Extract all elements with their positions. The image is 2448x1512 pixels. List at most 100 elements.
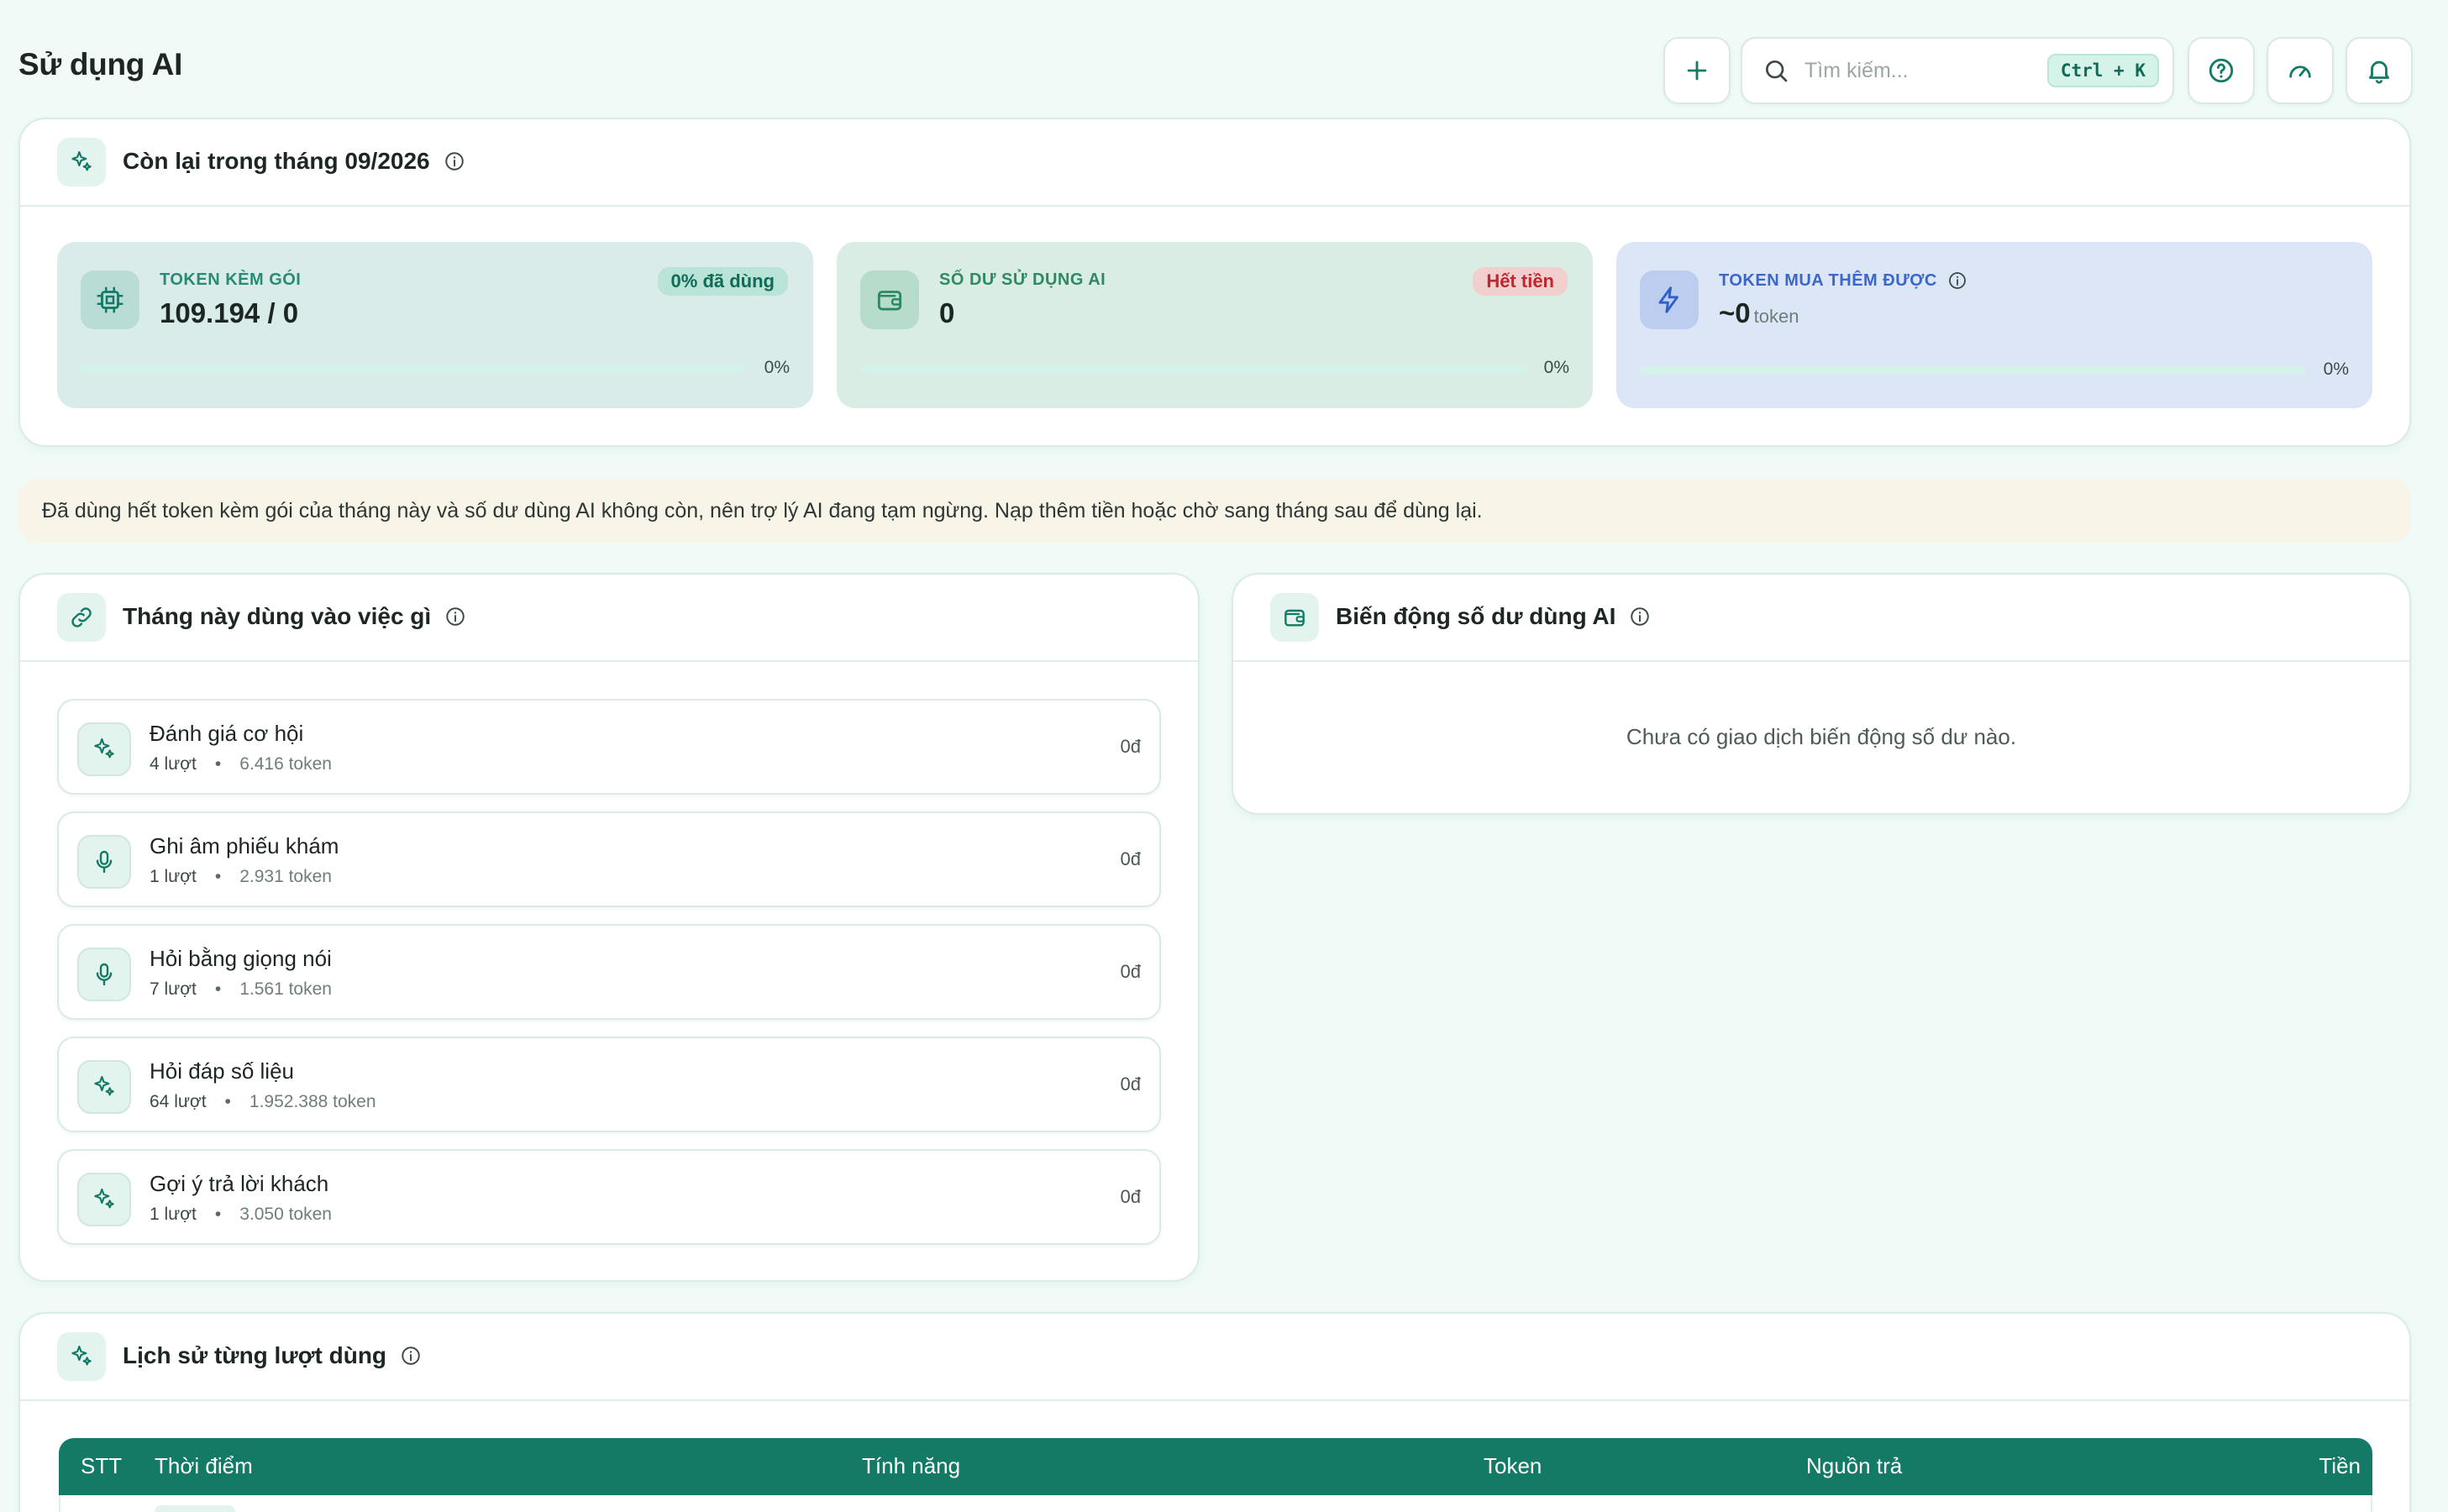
tile-label: TOKEN MUA THÊM ĐƯỢC bbox=[1719, 270, 1967, 291]
usage-item-name: Ghi âm phiếu khám bbox=[150, 833, 339, 858]
card-title: Lịch sử từng lượt dùng bbox=[123, 1342, 422, 1369]
progress-bar bbox=[860, 365, 1526, 373]
usage-item[interactable]: Gợi ý trả lời khách 1 lượt • 3.050 token 0… bbox=[57, 1149, 1161, 1245]
tile-value-unit: token bbox=[1753, 306, 1799, 327]
usage-cost: 0đ bbox=[1120, 961, 1141, 982]
sparkle-icon bbox=[77, 1173, 131, 1226]
info-icon[interactable] bbox=[1947, 270, 1967, 291]
usage-count: 1 lượt bbox=[150, 1205, 197, 1224]
usage-tokens: 1.561 token bbox=[239, 979, 332, 999]
stat-tile-ai-balance: SỐ DƯ SỬ DỤNG AI 0 Hết tiền 0% bbox=[837, 242, 1593, 408]
tile-value-number: ~0 bbox=[1719, 297, 1751, 328]
tile-label: SỐ DƯ SỬ DỤNG AI bbox=[939, 270, 1106, 289]
usage-item-meta: 1 lượt • 2.931 token bbox=[150, 867, 332, 886]
usage-tokens: 6.416 token bbox=[239, 754, 332, 774]
balance-title: Biến động số dư dùng AI bbox=[1336, 603, 1616, 629]
usage-item-meta: 1 lượt • 3.050 token bbox=[150, 1205, 332, 1224]
card-header: Biến động số dư dùng AI bbox=[1233, 575, 2409, 662]
usage-item[interactable]: Hỏi đáp số liệu 64 lượt • 1.952.388 token … bbox=[57, 1037, 1161, 1132]
card-header: Tháng này dùng vào việc gì bbox=[20, 575, 1198, 662]
sparkle-icon bbox=[77, 1060, 131, 1114]
link-icon bbox=[57, 593, 106, 642]
card-header: Lịch sử từng lượt dùng bbox=[20, 1314, 2409, 1401]
column-header-time[interactable]: Thời điểm bbox=[155, 1453, 253, 1479]
dashboard-button[interactable] bbox=[2267, 37, 2334, 104]
card-header: Còn lại trong tháng 09/2026 bbox=[20, 119, 2409, 207]
progress-percent: 0% bbox=[2323, 360, 2349, 379]
column-header-feature[interactable]: Tính năng bbox=[862, 1453, 960, 1479]
usage-item[interactable]: Hỏi bằng giọng nói 7 lượt • 1.561 token 0đ bbox=[57, 924, 1161, 1020]
microphone-icon bbox=[77, 948, 131, 1001]
history-title: Lịch sử từng lượt dùng bbox=[123, 1342, 387, 1368]
progress-bar bbox=[1640, 366, 2305, 375]
tile-label: TOKEN KÈM GÓI bbox=[160, 270, 302, 289]
progress-percent: 0% bbox=[764, 358, 790, 377]
usage-item-name: Hỏi đáp số liệu bbox=[150, 1058, 294, 1084]
usage-badge: 0% đã dùng bbox=[657, 267, 788, 296]
usage-item-name: Gợi ý trả lời khách bbox=[150, 1171, 329, 1196]
progress-bar bbox=[81, 365, 746, 373]
notifications-button[interactable] bbox=[2346, 37, 2413, 104]
card-title: Tháng này dùng vào việc gì bbox=[123, 603, 466, 630]
usage-item-meta: 4 lượt • 6.416 token bbox=[150, 754, 332, 774]
usage-card: Tháng này dùng vào việc gì Đánh giá cơ h… bbox=[18, 573, 1200, 1282]
stat-tile-purchasable-tokens: TOKEN MUA THÊM ĐƯỢC ~0 token 0% bbox=[1616, 242, 2372, 408]
tile-label-text: TOKEN MUA THÊM ĐƯỢC bbox=[1719, 270, 1937, 290]
usage-count: 4 lượt bbox=[150, 754, 197, 774]
search-input[interactable]: Tìm kiếm... bbox=[1804, 59, 2047, 83]
chip-icon bbox=[81, 270, 139, 329]
card-title: Biến động số dư dùng AI bbox=[1336, 603, 1651, 630]
stat-tile-included-tokens: TOKEN KÈM GÓI 109.194 / 0 0% đã dùng 0% bbox=[57, 242, 813, 408]
usage-cost: 0đ bbox=[1120, 1074, 1141, 1095]
info-icon[interactable] bbox=[444, 150, 465, 172]
usage-count: 1 lượt bbox=[150, 867, 197, 886]
empty-state-message: Chưa có giao dịch biến động số dư nào. bbox=[1626, 724, 2017, 749]
page-title: Sử dụng AI bbox=[18, 47, 183, 81]
progress-percent: 0% bbox=[1543, 358, 1569, 377]
usage-item-meta: 64 lượt • 1.952.388 token bbox=[150, 1092, 376, 1111]
tile-value: 0 bbox=[939, 297, 955, 328]
wallet-icon bbox=[1270, 593, 1319, 642]
column-header-payment-source[interactable]: Nguồn trả bbox=[1806, 1453, 1902, 1479]
help-button[interactable] bbox=[2188, 37, 2255, 104]
warning-notice: Đã dùng hết token kèm gói của tháng này … bbox=[18, 479, 2411, 543]
column-header-token[interactable]: Token bbox=[1484, 1453, 1542, 1479]
usage-count: 7 lượt bbox=[150, 979, 197, 999]
shortcut-hint: Ctrl + K bbox=[2046, 54, 2159, 87]
sparkle-icon bbox=[57, 1332, 106, 1381]
table-row[interactable] bbox=[59, 1495, 2372, 1512]
info-icon[interactable] bbox=[1629, 606, 1651, 627]
tile-value: 109.194 / 0 bbox=[160, 297, 299, 328]
search-box[interactable]: Tìm kiếm... Ctrl + K bbox=[1741, 37, 2174, 104]
usage-tokens: 3.050 token bbox=[239, 1205, 332, 1224]
search-icon bbox=[1766, 60, 1788, 82]
wallet-icon bbox=[860, 270, 919, 329]
usage-item-meta: 7 lượt • 1.561 token bbox=[150, 979, 332, 999]
top-header: Sử dụng AI Tìm kiếm... Ctrl + K bbox=[0, 0, 2448, 118]
bolt-icon bbox=[1640, 270, 1699, 329]
add-button[interactable] bbox=[1663, 37, 1731, 104]
row-badge bbox=[155, 1505, 235, 1512]
usage-count: 64 lượt bbox=[150, 1092, 207, 1111]
microphone-icon bbox=[77, 835, 131, 889]
usage-tokens: 1.952.388 token bbox=[249, 1092, 376, 1111]
status-badge: Hết tiền bbox=[1473, 267, 1568, 296]
column-header-index[interactable]: STT bbox=[81, 1453, 122, 1479]
info-icon[interactable] bbox=[400, 1345, 422, 1367]
usage-title: Tháng này dùng vào việc gì bbox=[123, 603, 432, 629]
column-header-amount[interactable]: Tiền bbox=[2319, 1453, 2361, 1479]
remaining-title: Còn lại trong tháng 09/2026 bbox=[123, 148, 430, 174]
sparkle-icon bbox=[77, 722, 131, 776]
info-icon[interactable] bbox=[444, 606, 466, 627]
tile-value: ~0 token bbox=[1719, 297, 1799, 329]
plus-icon bbox=[1687, 60, 1707, 81]
sparkle-icon bbox=[57, 138, 106, 186]
usage-cost: 0đ bbox=[1120, 848, 1141, 869]
usage-tokens: 2.931 token bbox=[239, 867, 332, 886]
help-icon bbox=[2209, 58, 2234, 83]
bell-icon bbox=[2368, 60, 2390, 84]
usage-item[interactable]: Ghi âm phiếu khám 1 lượt • 2.931 token 0đ bbox=[57, 811, 1161, 907]
usage-item[interactable]: Đánh giá cơ hội 4 lượt • 6.416 token 0đ bbox=[57, 699, 1161, 795]
balance-card: Biến động số dư dùng AI Chưa có giao dịc… bbox=[1232, 573, 2411, 815]
card-title: Còn lại trong tháng 09/2026 bbox=[123, 148, 465, 175]
